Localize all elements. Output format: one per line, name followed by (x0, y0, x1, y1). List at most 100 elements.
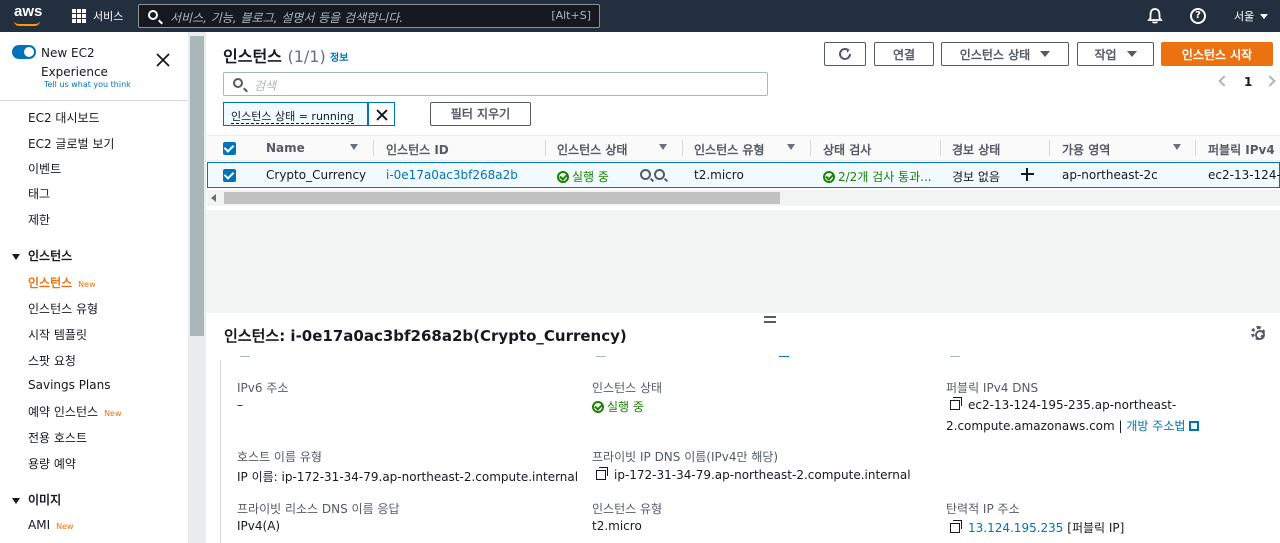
sidebar-divider (0, 100, 188, 101)
sidebar-item-capacity-reservations[interactable]: 용량 예약 (28, 455, 76, 472)
connect-button[interactable]: 연결 (874, 42, 934, 66)
launch-instance-button[interactable]: 인스턴스 시작 (1161, 42, 1273, 66)
row-checkbox[interactable] (223, 169, 236, 182)
column-header-status-check[interactable]: 상태 검사 (823, 141, 871, 158)
chevron-down-icon (1260, 14, 1268, 19)
cell-alarm-status: 경보 없음 (952, 170, 1000, 184)
elastic-ip-value[interactable]: 13.124.195.235 [퍼블릭 IP] (950, 519, 1124, 536)
aws-smile-icon (14, 21, 40, 26)
new-experience-toggle[interactable] (12, 45, 36, 59)
sidebar-item-limits[interactable]: 제한 (28, 211, 50, 228)
filter-token[interactable]: 인스턴스 상태 = running (223, 102, 368, 126)
cell-name: Crypto_Currency (266, 168, 367, 182)
sort-icon[interactable] (1173, 144, 1181, 150)
sidebar-section-instances[interactable]: 인스턴스 (12, 247, 72, 264)
close-icon[interactable] (155, 52, 171, 68)
copy-icon[interactable] (950, 520, 962, 533)
top-navigation: aws 서비스 서비스, 기능, 블로그, 설명서 등을 검색합니다. [Alt… (0, 0, 1280, 32)
page-title: 인스턴스 (1/1) (223, 47, 326, 66)
actions-button[interactable]: 작업 (1077, 42, 1154, 66)
services-grid-icon[interactable] (72, 9, 86, 23)
sort-icon[interactable] (350, 144, 358, 150)
aws-logo[interactable]: aws (14, 3, 42, 20)
sidebar-item-dedicated-hosts[interactable]: 전용 호스트 (28, 429, 87, 446)
caret-down-icon (12, 253, 20, 260)
sidebar-item-tags[interactable]: 태그 (28, 185, 50, 202)
sidebar-item-spot-requests[interactable]: 스팟 요청 (28, 352, 76, 369)
scroll-left-icon[interactable] (211, 194, 216, 202)
new-badge: New (78, 280, 96, 289)
elastic-ip-link[interactable]: 13.124.195.235 (968, 521, 1063, 535)
gear-icon[interactable] (1251, 326, 1265, 340)
refresh-icon (839, 48, 851, 60)
column-header-name[interactable]: Name (266, 141, 305, 155)
column-header-instance-id[interactable]: 인스턴스 ID (386, 141, 449, 158)
divider-tick (596, 356, 606, 357)
sidebar-section-images[interactable]: 이미지 (12, 491, 61, 508)
sidebar-item-events[interactable]: 이벤트 (28, 160, 61, 177)
new-experience-title: New EC2 Experience (41, 46, 108, 79)
instance-state-label: 인스턴스 상태 (592, 381, 663, 395)
cell-status-check[interactable]: 2/2개 검사 통과... (823, 168, 940, 185)
public-dns-label: 퍼블릭 IPv4 DNS (946, 381, 1039, 395)
feedback-link[interactable]: Tell us what you think (44, 80, 131, 89)
services-menu[interactable]: 서비스 (93, 8, 123, 24)
help-icon[interactable]: ? (1190, 8, 1206, 24)
caret-down-icon (12, 497, 20, 504)
clear-filters-button[interactable]: 필터 지우기 (430, 102, 531, 126)
column-divider (1195, 140, 1196, 156)
copy-icon[interactable] (950, 397, 962, 410)
refresh-button[interactable] (824, 42, 866, 66)
sidebar-item-instances[interactable]: 인스턴스 New (28, 274, 96, 291)
new-badge: New (56, 522, 74, 531)
column-divider (373, 140, 374, 156)
search-placeholder: 검색 (254, 79, 277, 93)
instance-search-input[interactable]: 검색 (223, 72, 768, 96)
sidebar-item-reserved-instances[interactable]: 예약 인스턴스 New (28, 403, 122, 420)
column-divider (1049, 140, 1050, 156)
region-selector[interactable]: 서울 (1234, 8, 1254, 24)
sidebar-item-savings-plans[interactable]: Savings Plans (28, 378, 110, 392)
check-circle-icon (557, 171, 569, 183)
sort-icon[interactable] (787, 144, 795, 150)
horizontal-scrollbar-thumb[interactable] (224, 192, 780, 204)
public-dns-value-line1[interactable]: ec2-13-124-195-235.ap-northeast- (950, 397, 1176, 412)
elastic-ip-label: 탄력적 IP 주소 (946, 502, 1020, 516)
sidebar-scrollbar-thumb[interactable] (190, 36, 204, 336)
global-search-input[interactable]: 서비스, 기능, 블로그, 설명서 등을 검색합니다. [Alt+S] (138, 4, 600, 28)
panel-resize-handle[interactable] (764, 316, 776, 323)
info-link[interactable]: 정보 (330, 49, 348, 64)
search-shortcut: [Alt+S] (551, 9, 591, 22)
private-dns-value[interactable]: ip-172-31-34-79.ap-northeast-2.compute.i… (596, 467, 911, 482)
remove-filter-icon[interactable] (368, 102, 395, 126)
instance-state-button[interactable]: 인스턴스 상태 (941, 42, 1069, 66)
private-dns-label: 프라이빗 IP DNS 이름(IPv4만 해당) (592, 450, 779, 464)
sidebar-item-instance-types[interactable]: 인스턴스 유형 (28, 300, 98, 317)
column-header-instance-state[interactable]: 인스턴스 상태 (557, 141, 627, 158)
divider-tick (779, 356, 789, 357)
external-link-icon[interactable] (1189, 421, 1200, 431)
cell-instance-id-link[interactable]: i-0e17a0ac3bf268a2b (386, 168, 518, 182)
select-all-checkbox[interactable] (223, 142, 236, 155)
zoom-out-icon[interactable] (654, 169, 665, 180)
sidebar-item-ami[interactable]: AMI New (28, 518, 74, 532)
open-address-link[interactable]: 개방 주소법 (1126, 419, 1185, 433)
zoom-in-icon[interactable] (640, 169, 651, 180)
column-header-availability-zone[interactable]: 가용 영역 (1062, 141, 1110, 158)
sidebar-item-launch-templates[interactable]: 시작 템플릿 (28, 326, 87, 343)
add-alarm-icon[interactable] (1021, 168, 1034, 181)
sidebar-item-global-view[interactable]: EC2 글로벌 보기 (28, 135, 114, 152)
column-header-instance-type[interactable]: 인스턴스 유형 (694, 141, 764, 158)
column-header-public-dns[interactable]: 퍼블릭 IPv4 D (1208, 141, 1280, 158)
copy-icon[interactable] (596, 467, 608, 480)
search-icon (233, 78, 243, 88)
global-search-placeholder: 서비스, 기능, 블로그, 설명서 등을 검색합니다. (170, 11, 404, 25)
column-divider (545, 140, 546, 156)
bell-icon[interactable] (1146, 7, 1164, 25)
detail-title: 인스턴스: i-0e17a0ac3bf268a2b(Crypto_Currenc… (224, 327, 627, 345)
column-header-alarm-status[interactable]: 경보 상태 (952, 141, 1000, 158)
check-circle-icon (592, 401, 604, 413)
page-number[interactable]: 1 (1244, 75, 1252, 89)
sidebar-item-dashboard[interactable]: EC2 대시보드 (28, 109, 100, 126)
sort-icon[interactable] (659, 144, 667, 150)
